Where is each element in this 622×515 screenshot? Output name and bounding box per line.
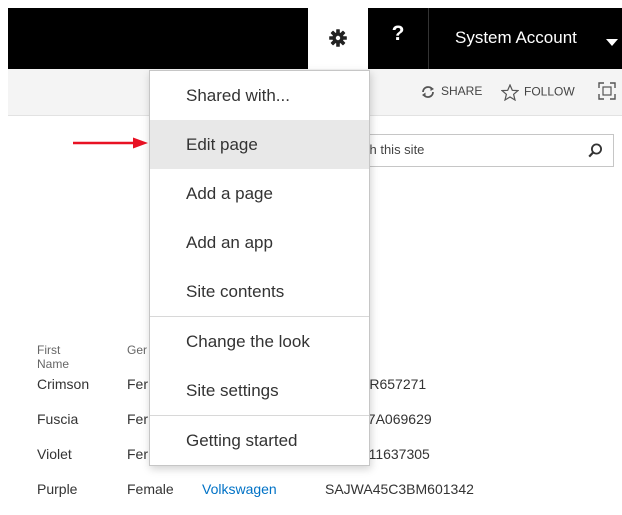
share-label: SHARE	[441, 84, 483, 99]
suite-bar-divider	[428, 8, 429, 69]
annotation-arrow	[73, 137, 148, 149]
caret-down-icon[interactable]	[606, 39, 618, 46]
account-name[interactable]: System Account	[455, 28, 577, 48]
share-button[interactable]: SHARE	[420, 84, 482, 100]
cell-gender: Fer	[127, 446, 148, 462]
menu-item-add-a-page[interactable]: Add a page	[150, 169, 369, 218]
column-header-gender[interactable]: Ger	[127, 343, 147, 357]
cell-gender: Fer	[127, 411, 148, 427]
cell-vin: SAJWA45C3BM601342	[325, 481, 474, 497]
gear-icon	[329, 29, 347, 47]
menu-item-site-settings[interactable]: Site settings	[150, 366, 369, 415]
menu-item-edit-page[interactable]: Edit page	[150, 120, 369, 169]
menu-item-label: Add an app	[186, 233, 273, 252]
cell-make-link[interactable]: Volkswagen	[202, 481, 277, 497]
cell-first-name: Purple	[37, 481, 78, 497]
follow-label: FOLLOW	[524, 84, 575, 99]
cell-first-name: Fuscia	[37, 411, 79, 427]
table-row: Purple Female Volkswagen SAJWA45C3BM6013…	[37, 481, 597, 515]
cell-gender: Fer	[127, 376, 148, 392]
cell-first-name: Crimson	[37, 376, 90, 392]
menu-item-getting-started[interactable]: Getting started	[150, 416, 369, 465]
search-input[interactable]	[361, 141, 575, 158]
magnifier-icon[interactable]	[588, 143, 603, 158]
help-button[interactable]: ?	[368, 8, 428, 69]
menu-item-label: Site contents	[186, 282, 285, 301]
cell-gender: Female	[127, 481, 174, 497]
menu-item-label: Change the look	[186, 332, 310, 351]
menu-item-label: Getting started	[186, 431, 298, 450]
share-icon	[422, 86, 434, 98]
menu-item-add-an-app[interactable]: Add an app	[150, 218, 369, 267]
follow-button[interactable]: FOLLOW	[500, 83, 575, 102]
settings-button[interactable]	[308, 8, 368, 69]
menu-item-label: Add a page	[186, 184, 273, 203]
column-header-first-name[interactable]: First Name	[37, 343, 69, 371]
menu-item-label: Edit page	[186, 135, 258, 154]
cell-first-name: Violet	[37, 446, 72, 462]
suite-bar: ? System Account	[8, 8, 622, 69]
star-icon	[500, 83, 520, 102]
menu-item-label: Shared with...	[186, 86, 290, 105]
focus-on-content-icon	[598, 82, 616, 100]
menu-item-label: Site settings	[186, 381, 279, 400]
menu-item-shared-with[interactable]: Shared with...	[150, 71, 369, 120]
menu-item-site-contents[interactable]: Site contents	[150, 267, 369, 316]
settings-menu: Shared with... Edit page Add a page Add …	[149, 70, 370, 466]
focus-on-content-button[interactable]	[598, 82, 621, 100]
site-search-box[interactable]	[352, 134, 614, 167]
help-icon: ?	[391, 22, 405, 45]
menu-item-change-the-look[interactable]: Change the look	[150, 317, 369, 366]
